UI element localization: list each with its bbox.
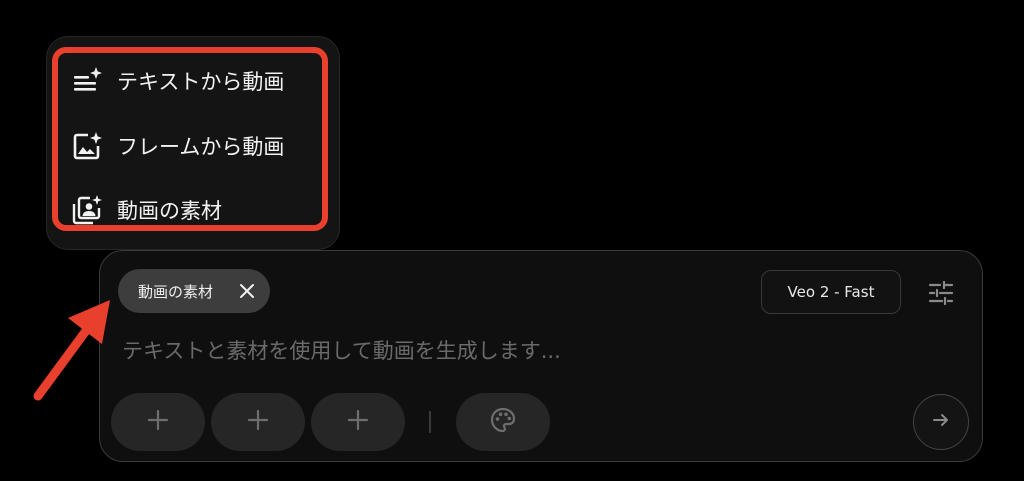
image-sparkle-icon (71, 130, 103, 162)
mode-menu: テキストから動画 フレームから動画 動画の素材 (46, 36, 340, 250)
model-label: Veo 2 - Fast (787, 283, 875, 301)
menu-item-label: フレームから動画 (117, 135, 285, 159)
model-select-button[interactable]: Veo 2 - Fast (761, 270, 901, 314)
add-ingredient-button[interactable] (311, 393, 405, 451)
menu-item-frames-to-video[interactable]: フレームから動画 (71, 126, 284, 166)
divider (429, 411, 431, 433)
mode-chip[interactable]: 動画の素材 (118, 269, 270, 313)
text-lines-sparkle-icon (71, 65, 103, 97)
palette-icon (489, 406, 517, 438)
ingredients-portrait-icon (71, 194, 103, 226)
add-ingredient-button[interactable] (211, 393, 305, 451)
close-icon[interactable] (236, 280, 258, 302)
arrow-right-icon (931, 410, 951, 434)
mode-chip-label: 動画の素材 (138, 282, 214, 301)
plus-icon (147, 409, 169, 435)
menu-item-label: 動画の素材 (117, 199, 222, 223)
plus-icon (347, 409, 369, 435)
prompt-composer: 動画の素材 Veo 2 - Fast (99, 250, 983, 462)
prompt-input[interactable] (122, 333, 902, 369)
style-palette-button[interactable] (456, 393, 550, 451)
add-ingredient-button[interactable] (111, 393, 205, 451)
menu-item-text-to-video[interactable]: テキストから動画 (71, 61, 284, 101)
menu-item-ingredients-to-video[interactable]: 動画の素材 (71, 190, 222, 230)
tune-settings-icon[interactable] (926, 278, 956, 308)
send-button[interactable] (913, 394, 969, 450)
plus-icon (247, 409, 269, 435)
menu-item-label: テキストから動画 (117, 70, 285, 94)
